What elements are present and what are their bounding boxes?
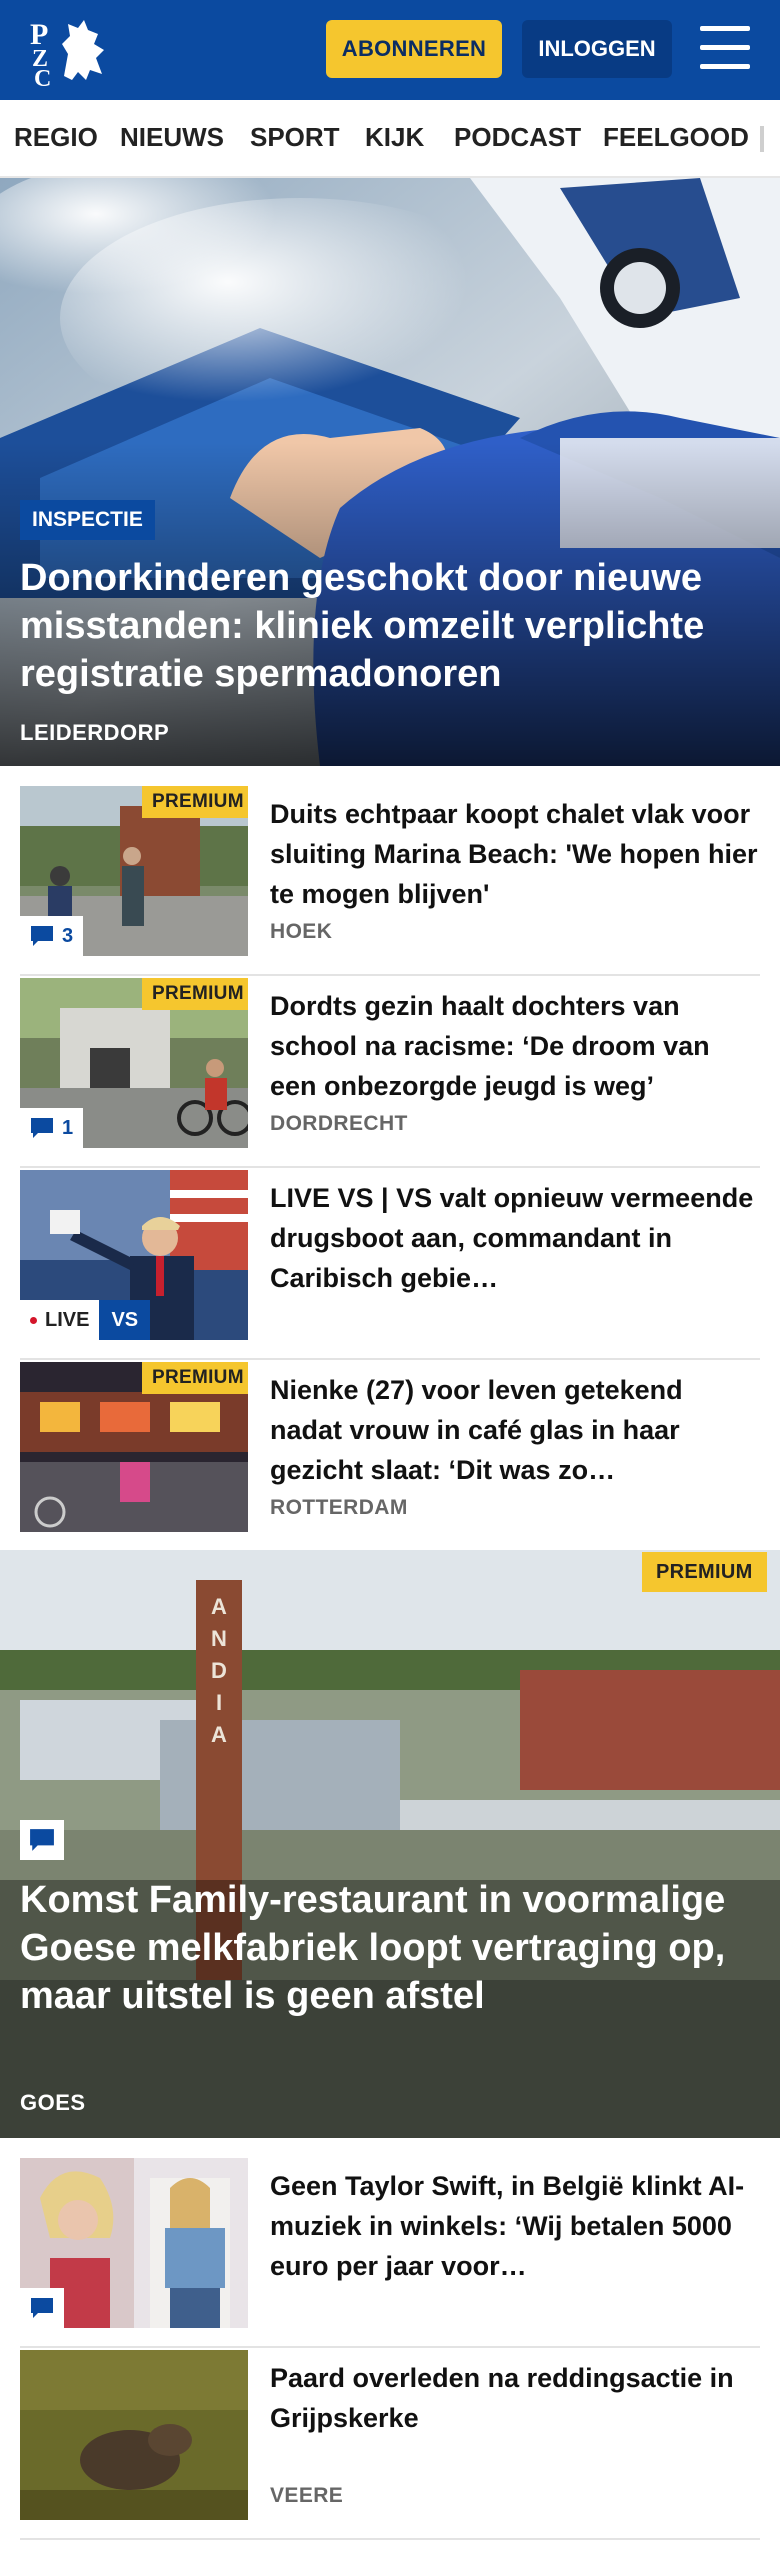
login-button[interactable]: INLOGGEN: [522, 20, 672, 78]
article-thumbnail: PREMIUM 3: [20, 786, 248, 956]
hero-tag[interactable]: INSPECTIE: [20, 500, 155, 540]
nav-item-nieuws[interactable]: NIEUWS: [120, 122, 224, 153]
feature-location: GOES: [20, 2090, 86, 2115]
article-title[interactable]: Nienke (27) voor leven getekend nadat vr…: [270, 1370, 760, 1490]
svg-text:A: A: [211, 1722, 227, 1747]
list-item[interactable]: Geen Taylor Swift, in België klinkt AI-m…: [20, 2158, 760, 2348]
article-thumbnail: LIVE VS: [20, 1170, 248, 1340]
premium-badge: PREMIUM: [142, 1362, 248, 1394]
nav-overflow-indicator: [760, 126, 764, 152]
svg-text:C: C: [34, 66, 51, 86]
feature-article[interactable]: A N D I A PREMIUM Komst Family-restauran…: [0, 1550, 780, 2138]
nav-item-regio[interactable]: REGIO: [14, 122, 98, 153]
svg-text:A: A: [211, 1594, 227, 1619]
article-location: VEERE: [270, 2484, 344, 2507]
list-item[interactable]: PREMIUM 1 Dordts gezin haalt dochters va…: [20, 978, 760, 1168]
premium-badge: PREMIUM: [142, 978, 248, 1010]
live-badge: LIVE VS: [20, 1300, 151, 1340]
article-location: DORDRECHT: [270, 1112, 408, 1135]
article-location: ROTTERDAM: [270, 1496, 408, 1519]
svg-text:N: N: [211, 1626, 227, 1651]
article-title[interactable]: Dordts gezin haalt dochters van school n…: [270, 986, 760, 1106]
pzc-logo-icon[interactable]: P Z C: [28, 14, 114, 86]
article-title[interactable]: Paard overleden na reddingsac­tie in Gri…: [270, 2358, 760, 2438]
feature-image: A N D I A: [0, 1550, 780, 2138]
nav-item-podcast[interactable]: PODCAST: [454, 122, 581, 153]
hero-article[interactable]: INSPECTIE Donorkinderen geschokt door ni…: [0, 178, 780, 766]
nav-item-kijk[interactable]: KIJK: [365, 122, 424, 153]
article-thumbnail: [20, 2350, 248, 2520]
hero-location: LEIDERDORP: [20, 720, 170, 745]
section-nav: REGIO NIEUWS SPORT KIJK PODCAST FEELGOOD: [0, 100, 780, 178]
comment-icon: [31, 1118, 53, 1138]
top-bar: P Z C ABONNEREN INLOGGEN: [0, 0, 780, 100]
svg-text:D: D: [211, 1658, 227, 1683]
comment-count-value: 3: [62, 924, 74, 947]
live-tag: VS: [99, 1300, 151, 1340]
subscribe-button[interactable]: ABONNEREN: [326, 20, 502, 78]
comment-icon: [31, 926, 53, 946]
nav-item-sport[interactable]: SPORT: [250, 122, 340, 153]
article-title[interactable]: Geen Taylor Swift, in België klinkt AI-m…: [270, 2166, 760, 2286]
premium-badge: PREMIUM: [642, 1552, 767, 1592]
comment-count[interactable]: 1: [20, 1108, 84, 1148]
premium-badge: PREMIUM: [142, 786, 248, 818]
hamburger-menu-icon[interactable]: [700, 26, 750, 70]
comment-count-value: 1: [62, 1116, 74, 1139]
comment-count[interactable]: 3: [20, 916, 84, 956]
svg-text:I: I: [216, 1690, 222, 1715]
live-label: LIVE: [45, 1308, 90, 1331]
comment-icon: [30, 1829, 54, 1851]
article-thumbnail: PREMIUM 1: [20, 978, 248, 1148]
article-title[interactable]: Duits echtpaar koopt chalet vlak voor sl…: [270, 794, 760, 914]
live-dot-icon: [30, 1316, 37, 1324]
article-thumbnail: [20, 2158, 248, 2328]
list-item[interactable]: Paard overleden na reddingsac­tie in Gri…: [20, 2350, 760, 2540]
feature-title[interactable]: Komst Family-restaurant in voormalige Go…: [20, 1876, 760, 2020]
comment-count[interactable]: [20, 1820, 64, 1860]
hero-title[interactable]: Donorkinderen geschokt door nieuwe misst…: [20, 554, 770, 698]
comment-icon: [31, 2298, 53, 2318]
list-item[interactable]: LIVE VS LIVE VS | VS valt opnieuw vermee…: [20, 1170, 760, 1360]
article-title[interactable]: LIVE VS | VS valt opnieuw vermeende drug…: [270, 1178, 760, 1298]
nav-item-feelgood[interactable]: FEELGOOD: [603, 122, 749, 153]
comment-count[interactable]: [20, 2288, 64, 2328]
list-item[interactable]: PREMIUM 3 Duits echtpaar koopt chalet vl…: [20, 786, 760, 976]
list-item[interactable]: PREMIUM Nienke (27) voor leven getekend …: [20, 1362, 760, 1552]
article-thumbnail: PREMIUM: [20, 1362, 248, 1532]
article-location: HOEK: [270, 920, 333, 943]
